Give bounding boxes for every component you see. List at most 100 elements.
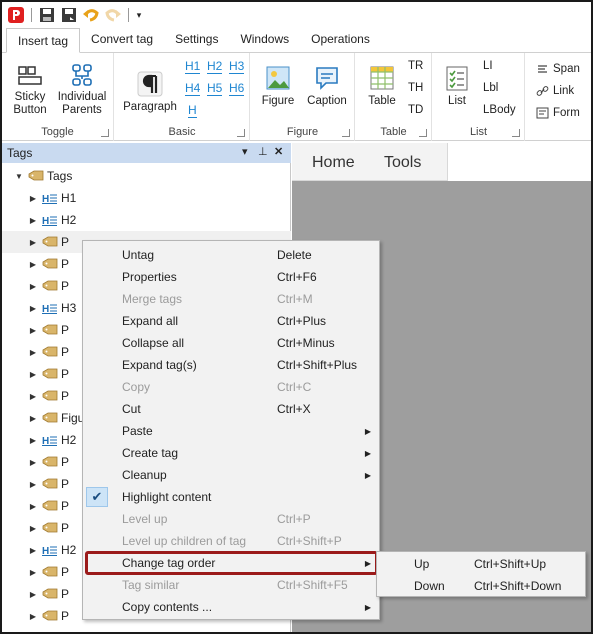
expand-arrow-icon[interactable]: ▶ — [28, 414, 38, 423]
tab-insert-tag[interactable]: Insert tag — [6, 28, 81, 53]
table-button[interactable]: Table — [362, 65, 402, 108]
menu-item-copy-contents[interactable]: Copy contents ... ▶ — [83, 596, 379, 618]
menu-item-expand-tag-s[interactable]: Expand tag(s) Ctrl+Shift+Plus — [83, 354, 379, 376]
menu-item-collapse-all[interactable]: Collapse all Ctrl+Minus — [83, 332, 379, 354]
expand-arrow-icon[interactable]: ▶ — [28, 238, 38, 247]
save-as-icon[interactable] — [59, 5, 79, 25]
customize-toolbar-icon[interactable]: ▾ — [134, 5, 144, 25]
tab-windows[interactable]: Windows — [229, 27, 300, 52]
form-button[interactable]: Form — [536, 107, 580, 119]
menu-item-expand-all[interactable]: Expand all Ctrl+Plus — [83, 310, 379, 332]
tag-icon — [42, 522, 58, 533]
list-button[interactable]: List — [439, 65, 475, 108]
menu-item-merge-tags[interactable]: Merge tags Ctrl+M — [83, 288, 379, 310]
expand-arrow-icon[interactable]: ▶ — [28, 260, 38, 269]
app-logo-icon[interactable] — [6, 5, 26, 25]
menu-item-copy[interactable]: Copy Ctrl+C — [83, 376, 379, 398]
h2-button[interactable]: H2 — [207, 59, 223, 74]
individual-parents-button[interactable]: Individual Parents — [54, 63, 110, 117]
menu-item-properties[interactable]: Properties Ctrl+F6 — [83, 266, 379, 288]
nav-tools[interactable]: Tools — [384, 154, 421, 172]
figure-button[interactable]: Figure — [257, 65, 299, 108]
expand-arrow-icon[interactable]: ▶ — [28, 326, 38, 335]
submenu-item-down[interactable]: Down Ctrl+Shift+Down — [377, 575, 585, 597]
svg-text:H: H — [42, 546, 49, 556]
menu-item-untag[interactable]: Untag Delete — [83, 244, 379, 266]
link-button[interactable]: Link — [536, 85, 574, 97]
expand-arrow-icon[interactable]: ▶ — [28, 348, 38, 357]
dialog-launcher-icon[interactable] — [101, 129, 109, 137]
lbl-button[interactable]: Lbl — [483, 82, 498, 94]
tree-item[interactable]: ▶P — [2, 627, 291, 632]
dialog-launcher-icon[interactable] — [342, 129, 350, 137]
tag-icon — [42, 588, 58, 599]
close-icon[interactable]: ✕ — [274, 145, 283, 158]
tr-button[interactable]: TR — [408, 60, 423, 72]
heading-tag-icon: H — [42, 216, 57, 226]
menu-item-cut[interactable]: Cut Ctrl+X — [83, 398, 379, 420]
menu-item-level-up-children-of-tag[interactable]: Level up children of tag Ctrl+Shift+P — [83, 530, 379, 552]
nav-home[interactable]: Home — [312, 154, 355, 172]
expand-arrow-icon[interactable]: ▶ — [28, 392, 38, 401]
tree-root[interactable]: ▼ Tags — [2, 165, 291, 187]
h-button[interactable]: H — [188, 103, 197, 118]
expand-arrow-icon[interactable]: ▶ — [28, 568, 38, 577]
menu-item-tag-similar[interactable]: Tag similar Ctrl+Shift+F5 — [83, 574, 379, 596]
dialog-launcher-icon[interactable] — [512, 129, 520, 137]
menu-item-paste[interactable]: Paste ▶ — [83, 420, 379, 442]
expand-arrow-icon[interactable]: ▶ — [28, 458, 38, 467]
lbody-button[interactable]: LBody — [483, 104, 516, 116]
submenu-item-up[interactable]: Up Ctrl+Shift+Up — [377, 553, 585, 575]
collapse-arrow-icon[interactable]: ▼ — [14, 172, 24, 181]
expand-arrow-icon[interactable]: ▶ — [28, 480, 38, 489]
li-button[interactable]: LI — [483, 60, 493, 72]
expand-arrow-icon[interactable]: ▶ — [28, 370, 38, 379]
ribbon-tabs: Insert tag Convert tag Settings Windows … — [2, 28, 591, 53]
menu-item-highlight-content[interactable]: ✔ Highlight content — [83, 486, 379, 508]
tag-icon — [42, 324, 58, 335]
h1-button[interactable]: H1 — [185, 59, 201, 74]
expand-arrow-icon[interactable]: ▶ — [28, 546, 38, 555]
h5-button[interactable]: H5 — [207, 81, 223, 96]
tree-item-label: P — [61, 587, 70, 601]
tab-settings[interactable]: Settings — [164, 27, 229, 52]
list-label: List — [448, 95, 466, 107]
table-label: Table — [368, 95, 396, 107]
paragraph-button[interactable]: Paragraph — [121, 71, 179, 114]
dialog-launcher-icon[interactable] — [237, 129, 245, 137]
span-button[interactable]: Span — [536, 63, 580, 75]
save-icon[interactable] — [37, 5, 57, 25]
tab-convert-tag[interactable]: Convert tag — [80, 27, 164, 52]
expand-arrow-icon[interactable]: ▶ — [28, 590, 38, 599]
menu-item-shortcut: Ctrl+Shift+P — [277, 534, 342, 548]
expand-arrow-icon[interactable]: ▶ — [28, 436, 38, 445]
expand-arrow-icon[interactable]: ▶ — [28, 524, 38, 533]
caption-button[interactable]: Caption — [303, 65, 351, 108]
menu-item-cleanup[interactable]: Cleanup ▶ — [83, 464, 379, 486]
menu-item-level-up[interactable]: Level up Ctrl+P — [83, 508, 379, 530]
expand-arrow-icon[interactable]: ▶ — [28, 216, 38, 225]
h3-button[interactable]: H3 — [229, 59, 245, 74]
td-button[interactable]: TD — [408, 104, 423, 116]
tree-item[interactable]: ▶ H H2 — [2, 209, 291, 231]
menu-item-label: Collapse all — [122, 336, 185, 350]
h6-button[interactable]: H6 — [229, 81, 245, 96]
tree-item[interactable]: ▶ H H1 — [2, 187, 291, 209]
expand-arrow-icon[interactable]: ▶ — [28, 502, 38, 511]
ribbon-group-list: List LI Lbl LBody List — [433, 53, 525, 141]
expand-arrow-icon[interactable]: ▶ — [28, 612, 38, 621]
tree-item-label: P — [61, 477, 70, 491]
sticky-button[interactable]: Sticky Button — [10, 63, 50, 117]
panel-dropdown-icon[interactable]: ▾ — [242, 145, 248, 158]
expand-arrow-icon[interactable]: ▶ — [28, 194, 38, 203]
redo-icon[interactable] — [103, 5, 123, 25]
undo-icon[interactable] — [81, 5, 101, 25]
expand-arrow-icon[interactable]: ▶ — [28, 282, 38, 291]
expand-arrow-icon[interactable]: ▶ — [28, 304, 38, 313]
h4-button[interactable]: H4 — [185, 81, 201, 96]
dialog-launcher-icon[interactable] — [419, 129, 427, 137]
menu-item-create-tag[interactable]: Create tag ▶ — [83, 442, 379, 464]
tab-operations[interactable]: Operations — [300, 27, 381, 52]
pin-icon[interactable]: ⊥ — [258, 145, 268, 158]
th-button[interactable]: TH — [408, 82, 423, 94]
